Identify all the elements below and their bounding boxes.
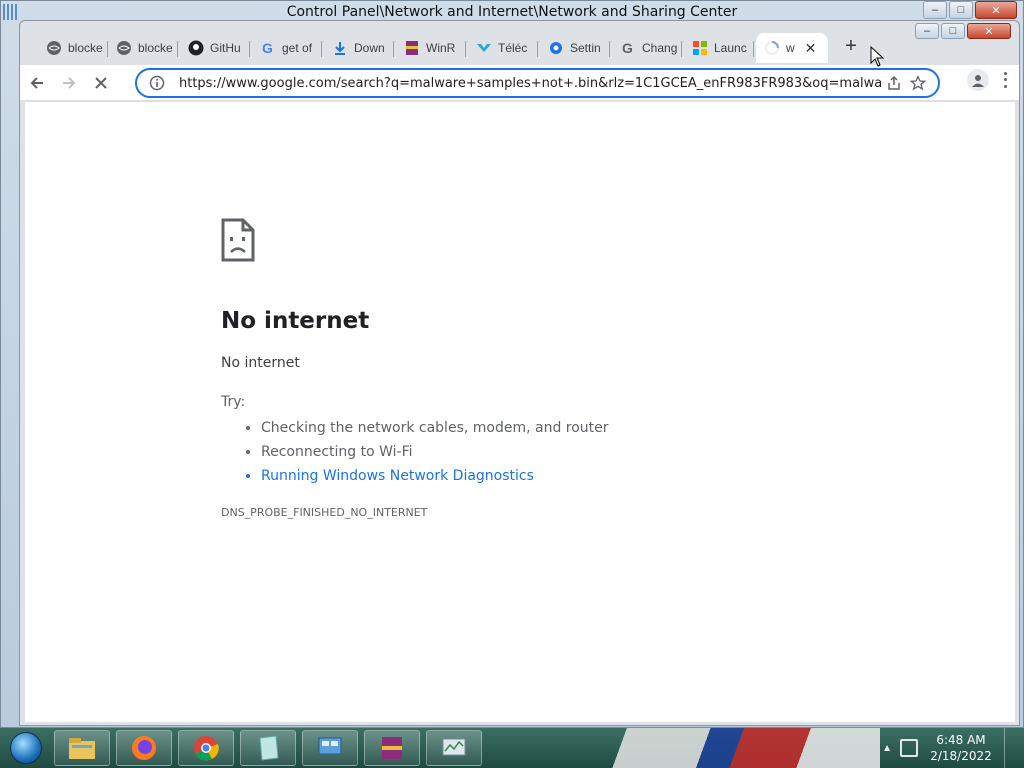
tab-blocked-1[interactable]: blocke: [38, 33, 108, 63]
network-diagnostics-link[interactable]: Running Windows Network Diagnostics: [261, 464, 609, 488]
forward-button[interactable]: [54, 68, 84, 98]
minimize-button[interactable]: –: [923, 1, 947, 19]
taskbar-firefox[interactable]: [116, 730, 172, 766]
stop-button[interactable]: [86, 68, 116, 98]
task-manager-icon: [442, 738, 466, 756]
tab-settings[interactable]: Settin: [540, 33, 610, 63]
google-icon: G: [620, 40, 636, 56]
info-icon[interactable]: [145, 71, 169, 95]
winrar-icon: [382, 737, 402, 759]
error-code: DNS_PROBE_FINISHED_NO_INTERNET: [221, 506, 428, 519]
tab-winrar[interactable]: WinR: [396, 33, 466, 63]
clock[interactable]: 6:48 AM 2/18/2022: [926, 732, 996, 764]
maximize-button[interactable]: □: [949, 1, 973, 19]
desktop-wallpaper: [560, 728, 880, 768]
loading-spinner-icon: [764, 40, 780, 56]
tab-telecharger[interactable]: Téléc: [468, 33, 538, 63]
google-icon: G: [260, 40, 276, 56]
network-icon[interactable]: [900, 739, 918, 757]
back-button[interactable]: [22, 68, 52, 98]
taskbar-notepad[interactable]: [240, 730, 296, 766]
globe-icon: [46, 40, 62, 56]
windows-logo-icon: [10, 732, 42, 764]
telecharger-icon: [476, 40, 492, 56]
github-icon: [188, 40, 204, 56]
taskbar-explorer[interactable]: [54, 730, 110, 766]
suggestions-list: Checking the network cables, modem, and …: [261, 416, 609, 488]
suggestion-item: Checking the network cables, modem, and …: [261, 416, 609, 440]
tab-label: blocke: [68, 41, 103, 55]
tab-label: get of: [282, 41, 313, 55]
winrar-icon: [404, 40, 420, 56]
browser-maximize-button[interactable]: □: [941, 23, 965, 39]
chrome-icon: [194, 736, 219, 761]
share-icon[interactable]: [882, 71, 906, 95]
show-desktop-button[interactable]: [1004, 728, 1016, 768]
start-button[interactable]: [4, 729, 48, 767]
tab-label: WinR: [426, 41, 456, 55]
menu-kebab-icon[interactable]: [997, 70, 1013, 90]
tab-label: blocke: [138, 41, 173, 55]
sad-document-icon: [221, 218, 255, 267]
taskbar-chrome[interactable]: [178, 730, 234, 766]
notepad-icon: [259, 735, 279, 761]
download-icon: [332, 40, 348, 56]
clock-time: 6:48 AM: [936, 733, 986, 747]
svg-text:G: G: [262, 40, 273, 56]
system-tray: ▲ 6:48 AM 2/18/2022: [882, 728, 1016, 768]
window-system-icon[interactable]: [3, 4, 17, 20]
page-content: No internet No internet Try: Checking th…: [25, 102, 1015, 722]
firefox-icon: [132, 736, 156, 760]
globe-icon: [116, 40, 132, 56]
show-hidden-icons-icon[interactable]: ▲: [882, 743, 892, 754]
settings-gear-icon: [548, 40, 564, 56]
url-text[interactable]: https://www.google.com/search?q=malware+…: [179, 76, 882, 91]
tab-download[interactable]: Down: [324, 33, 394, 63]
close-button[interactable]: ✕: [975, 1, 1017, 19]
tab-close-icon[interactable]: ✕: [805, 40, 817, 57]
tab-google-get-of[interactable]: G get of: [252, 33, 322, 63]
browser-minimize-button[interactable]: –: [915, 23, 939, 39]
browser-close-button[interactable]: ✕: [967, 23, 1011, 39]
taskbar-winrar[interactable]: [364, 730, 420, 766]
new-tab-button[interactable]: +: [838, 35, 864, 59]
error-title: No internet: [221, 308, 370, 334]
tab-google-change[interactable]: G Chang: [612, 33, 682, 63]
tab-label: Téléc: [498, 41, 528, 55]
tab-label: Settin: [570, 41, 601, 55]
profile-avatar-icon[interactable]: [967, 69, 989, 91]
tab-github[interactable]: GitHu: [180, 33, 250, 63]
tab-label: Chang: [642, 41, 678, 55]
tab-blocked-2[interactable]: blocke: [108, 33, 178, 63]
control-panel-icon: [318, 737, 342, 755]
try-label: Try:: [221, 394, 246, 410]
browser-toolbar: https://www.google.com/search?q=malware+…: [20, 65, 1019, 101]
tab-active[interactable]: w ✕: [756, 33, 828, 63]
stop-icon: [95, 76, 107, 89]
svg-text:G: G: [622, 40, 633, 56]
file-explorer-icon: [69, 738, 95, 759]
taskbar-task-manager[interactable]: [426, 730, 482, 766]
back-arrow-icon: [30, 76, 43, 89]
taskbar-control-panel[interactable]: [302, 730, 358, 766]
forward-arrow-icon: [63, 76, 76, 89]
star-bookmark-icon[interactable]: [906, 71, 930, 95]
suggestion-item: Reconnecting to Wi-Fi: [261, 440, 609, 464]
error-subtitle: No internet: [221, 355, 300, 371]
address-bar[interactable]: https://www.google.com/search?q=malware+…: [135, 68, 940, 98]
clock-date: 2/18/2022: [930, 749, 992, 763]
tab-label: w: [786, 41, 795, 55]
browser-window: blocke blocke GitHu G get of Down WinR T…: [19, 20, 1020, 726]
tab-label: Launc: [714, 41, 747, 55]
tab-label: GitHu: [210, 41, 241, 55]
mouse-cursor-icon: [870, 46, 884, 67]
tab-label: Down: [354, 41, 385, 55]
tab-launch[interactable]: Launc: [684, 33, 754, 63]
microsoft-icon: [692, 40, 708, 56]
